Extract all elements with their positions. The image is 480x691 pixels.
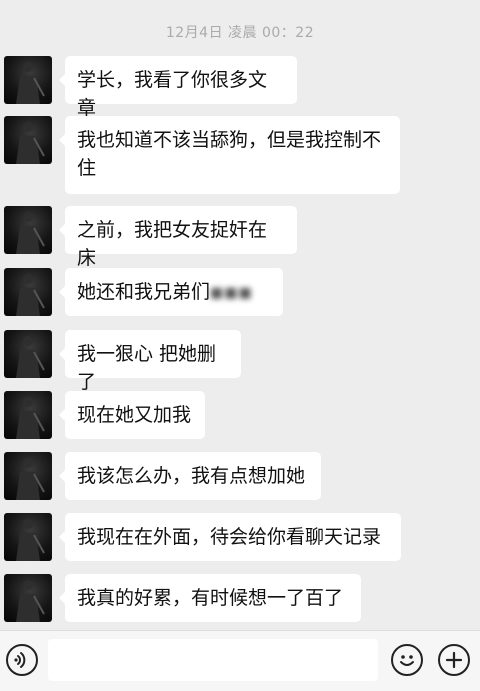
- avatar[interactable]: [4, 391, 52, 439]
- message-bubble[interactable]: 现在她又加我: [59, 391, 205, 439]
- message-text: 我现在在外面，待会给你看聊天记录: [77, 526, 382, 548]
- emoji-button[interactable]: [391, 644, 423, 676]
- avatar[interactable]: [4, 56, 52, 104]
- avatar[interactable]: [4, 330, 52, 378]
- avatar[interactable]: [4, 116, 52, 164]
- message-bubble[interactable]: 我一狠心 把她删了: [59, 330, 241, 393]
- message-bubble[interactable]: 之前，我把女友捉奸在床: [59, 206, 297, 269]
- emoji-icon: [400, 655, 414, 666]
- message-text: 我一狠心 把她删了: [77, 343, 217, 393]
- voice-icon: [14, 652, 26, 668]
- more-button[interactable]: [438, 644, 470, 676]
- message-text: 我真的好累，有时候想一了百了: [77, 587, 344, 609]
- message-bubble[interactable]: 她还和我兄弟们■■■: [59, 268, 283, 316]
- chat-area[interactable]: 12月4日 凌晨 00：22 学长，我看了你很多文章 我也知道不该当舔狗，但是我…: [0, 0, 480, 630]
- voice-button[interactable]: [6, 644, 38, 676]
- message-bubble[interactable]: 我真的好累，有时候想一了百了: [59, 574, 361, 622]
- avatar[interactable]: [4, 206, 52, 254]
- message-text: 之前，我把女友捉奸在床: [77, 219, 268, 269]
- message-text: 我也知道不该当舔狗，但是我控制不住: [77, 129, 382, 179]
- message-text: 我该怎么办，我有点想加她: [77, 465, 306, 487]
- message-input[interactable]: [48, 639, 378, 681]
- input-bar: [0, 630, 480, 691]
- message-bubble[interactable]: 我现在在外面，待会给你看聊天记录: [59, 513, 401, 561]
- plus-icon: [445, 651, 463, 669]
- message-text: 现在她又加我: [77, 404, 192, 426]
- avatar[interactable]: [4, 574, 52, 622]
- avatar[interactable]: [4, 268, 52, 316]
- avatar[interactable]: [4, 513, 52, 561]
- message-text: 她还和我兄弟们: [77, 281, 211, 303]
- avatar[interactable]: [4, 452, 52, 500]
- message-timestamp: 12月4日 凌晨 00：22: [165, 25, 315, 41]
- message-bubble[interactable]: 我该怎么办，我有点想加她: [59, 452, 321, 500]
- message-bubble[interactable]: 我也知道不该当舔狗，但是我控制不住: [59, 116, 400, 194]
- message-bubble[interactable]: 学长，我看了你很多文章: [59, 56, 297, 119]
- message-text: 学长，我看了你很多文章: [77, 69, 268, 119]
- redacted-text: ■■■: [210, 284, 253, 301]
